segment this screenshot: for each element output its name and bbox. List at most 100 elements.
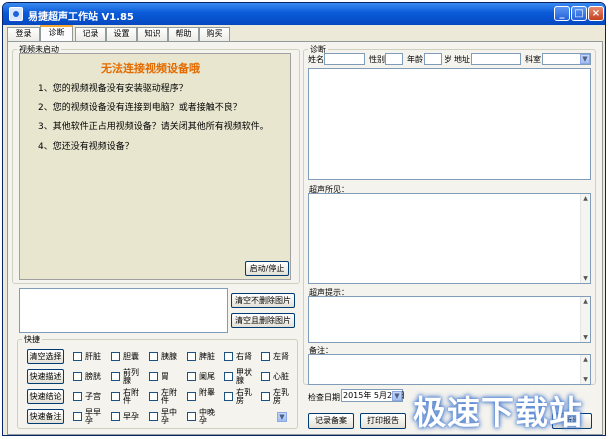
label-early-pregnancy: 早孕: [123, 412, 139, 421]
checkbox-very-early-pregnancy[interactable]: [73, 412, 82, 421]
checkbox-gallbladder[interactable]: [111, 352, 120, 361]
clear-delete-images-button[interactable]: 清空且删除图片: [231, 313, 295, 328]
label-pancreas: 胰腺: [161, 352, 177, 361]
watermark-logo: 极速下载站: [413, 393, 583, 432]
tab-help[interactable]: 帮助: [168, 27, 199, 41]
label-heart: 心脏: [273, 372, 289, 381]
date-dropdown-icon[interactable]: ▼: [392, 391, 402, 401]
label-prostate: 前列腺: [123, 368, 139, 385]
checkbox-spleen[interactable]: [187, 352, 196, 361]
app-icon: [9, 7, 23, 21]
age-input[interactable]: [424, 53, 442, 65]
quick-group-label: 快捷: [24, 335, 40, 344]
window-title: 易捷超声工作站 V1.85: [28, 12, 134, 23]
label-thyroid: 甲状腺: [236, 368, 252, 385]
address-input[interactable]: [471, 53, 521, 65]
checkbox-left-adnexa[interactable]: [149, 392, 158, 401]
tab-records[interactable]: 记录: [75, 27, 106, 41]
scroll-up-icon[interactable]: ▲: [581, 355, 590, 364]
gender-label: 性别: [369, 55, 385, 64]
quick-notes-button[interactable]: 快速备注: [27, 409, 64, 424]
clear-selection-button[interactable]: 清空选择: [27, 349, 64, 364]
checkbox-liver[interactable]: [73, 352, 82, 361]
label-left-adnexa: 左附件: [161, 388, 177, 405]
clear-keep-images-button[interactable]: 清空不删除图片: [231, 293, 295, 308]
checkbox-thyroid[interactable]: [224, 372, 233, 381]
save-record-button[interactable]: 记录备案: [308, 413, 354, 429]
exam-date-label: 检查日期: [308, 393, 340, 402]
label-uterus: 子宫: [85, 392, 101, 401]
label-right-kidney: 右肾: [236, 352, 252, 361]
label-epididymis: 附睾: [199, 388, 215, 397]
checkbox-right-breast[interactable]: [224, 392, 233, 401]
hints-textarea[interactable]: ▲ ▼: [308, 296, 591, 343]
start-stop-button[interactable]: 启动/停止: [245, 261, 289, 276]
checkbox-heart[interactable]: [261, 372, 270, 381]
tab-settings[interactable]: 设置: [106, 27, 137, 41]
scroll-up-icon[interactable]: ▲: [581, 297, 590, 306]
close-button[interactable]: ×: [588, 6, 604, 21]
checkbox-pancreas[interactable]: [149, 352, 158, 361]
checkbox-early-pregnancy[interactable]: [111, 412, 120, 421]
name-label: 姓名: [308, 55, 324, 64]
tab-purchase[interactable]: 购买: [199, 27, 230, 41]
label-left-kidney: 左肾: [273, 352, 289, 361]
label-early-mid-pregnancy: 早中孕: [161, 408, 177, 425]
diagnosis-textarea[interactable]: [308, 68, 591, 180]
findings-textarea[interactable]: ▲ ▼: [308, 193, 591, 284]
scroll-up-icon[interactable]: ▲: [581, 194, 590, 203]
scroll-down-icon[interactable]: ▼: [581, 274, 590, 283]
maximize-button[interactable]: □: [571, 6, 587, 21]
checkbox-early-mid-pregnancy[interactable]: [149, 412, 158, 421]
age-label: 年龄: [407, 55, 423, 64]
name-input[interactable]: [324, 53, 365, 65]
checkbox-bladder[interactable]: [73, 372, 82, 381]
video-reason-4: 4、您还没有视频设备？: [38, 142, 134, 152]
department-dropdown-icon[interactable]: ▼: [580, 54, 590, 64]
video-reason-2: 2、您的视频设备没有连接到电脑？或者接触不良？: [38, 103, 242, 113]
label-appendix: 阑尾: [199, 372, 215, 381]
checkbox-left-kidney[interactable]: [261, 352, 270, 361]
label-spleen: 脾脏: [199, 352, 215, 361]
label-right-adnexa: 右附件: [123, 388, 139, 405]
quick-conclusion-button[interactable]: 快速结论: [27, 389, 64, 404]
label-bladder: 膀胱: [85, 372, 101, 381]
scroll-down-icon[interactable]: ▼: [581, 375, 590, 384]
minimize-button[interactable]: _: [554, 6, 570, 21]
label-very-early-pregnancy: 早早孕: [85, 408, 101, 425]
video-reason-1: 1、您的视频视备没有安装驱动程序？: [38, 84, 188, 94]
tab-login[interactable]: 登录: [7, 27, 40, 41]
quick-description-button[interactable]: 快速描述: [27, 369, 64, 384]
app-window: 易捷超声工作站 V1.85 _ □ × 登录 诊断 记录 设置 知识 帮助 购买…: [2, 2, 606, 436]
checkbox-epididymis[interactable]: [187, 392, 196, 401]
label-gallbladder: 胆囊: [123, 352, 139, 361]
scroll-down-icon[interactable]: ▼: [581, 333, 590, 342]
image-list[interactable]: [19, 288, 228, 333]
checkbox-right-kidney[interactable]: [224, 352, 233, 361]
print-report-button[interactable]: 打印报告: [360, 413, 406, 429]
findings-scrollbar[interactable]: ▲ ▼: [580, 194, 590, 283]
tab-knowledge[interactable]: 知识: [137, 27, 168, 41]
checkbox-uterus[interactable]: [73, 392, 82, 401]
title-bar: 易捷超声工作站 V1.85 _ □ ×: [3, 3, 605, 25]
label-stomach: 胃: [161, 372, 169, 381]
age-unit-label: 岁: [444, 55, 452, 64]
checkbox-left-breast[interactable]: [261, 392, 270, 401]
label-liver: 肝脏: [85, 352, 101, 361]
checkbox-right-adnexa[interactable]: [111, 392, 120, 401]
gender-input[interactable]: [385, 53, 403, 65]
hints-scrollbar[interactable]: ▲ ▼: [580, 297, 590, 342]
label-mid-late-pregnancy: 中晚孕: [199, 408, 215, 425]
address-label: 地址: [454, 55, 470, 64]
label-left-breast: 左乳房: [273, 388, 289, 405]
checkbox-stomach[interactable]: [149, 372, 158, 381]
tab-diagnosis[interactable]: 诊断: [40, 25, 73, 41]
notes-textarea[interactable]: ▲ ▼: [308, 354, 591, 385]
checkbox-mid-late-pregnancy[interactable]: [187, 412, 196, 421]
quick-scroll-down-icon[interactable]: ▼: [277, 412, 287, 422]
department-label: 科室: [525, 55, 541, 64]
video-headline: 无法连接视频设备哦: [101, 62, 200, 75]
notes-scrollbar[interactable]: ▲ ▼: [580, 355, 590, 384]
checkbox-prostate[interactable]: [111, 372, 120, 381]
checkbox-appendix[interactable]: [187, 372, 196, 381]
